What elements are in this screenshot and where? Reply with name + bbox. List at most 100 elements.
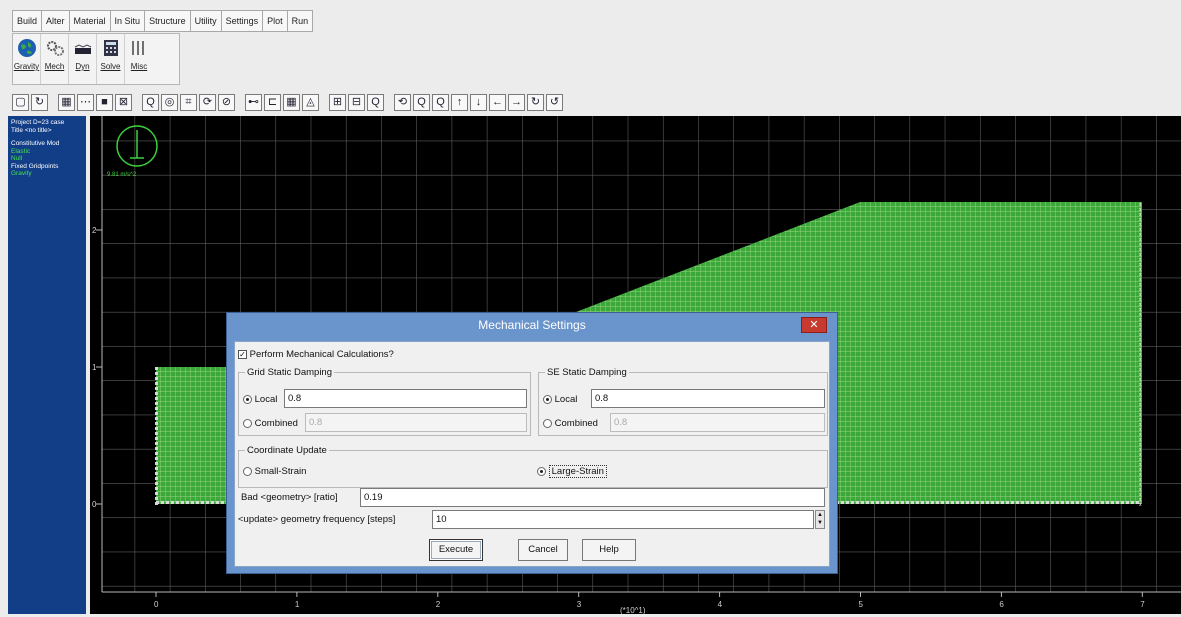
toolbar-icon-19-icon[interactable]: ⟲ (394, 93, 411, 111)
fixed-gridpoint-marker (841, 501, 844, 504)
toolbar-icon-3-icon[interactable]: ▦ (58, 93, 75, 111)
toolbar-icon-10-icon[interactable]: ⟳ (199, 93, 216, 111)
toolbar-icon-27-icon[interactable]: ↺ (546, 93, 563, 111)
toolbar-icon-15-icon[interactable]: ◬ (302, 93, 319, 111)
fixed-gridpoint-marker (211, 501, 214, 504)
toolbar-icon-21-icon[interactable]: Q (432, 93, 449, 111)
se-combined-input[interactable]: 0.8 (610, 413, 825, 432)
toolbar-icon-20-icon[interactable]: Q (413, 93, 430, 111)
menu-tab-material[interactable]: Material (70, 11, 111, 31)
fixed-gridpoint-marker (155, 437, 158, 440)
fixed-gridpoint-marker (206, 501, 209, 504)
fixed-gridpoint-marker (871, 501, 874, 504)
fixed-gridpoint-marker (981, 501, 984, 504)
fixed-gridpoint-marker (155, 397, 158, 400)
toolbar-icon-4-icon[interactable]: ⋯ (77, 93, 94, 111)
fixed-gridpoint-marker (1026, 501, 1029, 504)
toolbar-icon-12-icon[interactable]: ⊷ (245, 93, 262, 111)
update-frequency-stepper[interactable]: ▲ ▼ (815, 510, 825, 529)
close-button[interactable]: ✕ (801, 317, 827, 333)
bad-geometry-input[interactable]: 0.19 (360, 488, 825, 507)
menu-tab-structure[interactable]: Structure (145, 11, 191, 31)
spin-up-icon: ▲ (817, 512, 823, 518)
help-button[interactable]: Help (582, 539, 636, 561)
menu-tab-in-situ[interactable]: In Situ (111, 11, 146, 31)
y-tick-label: 2 (92, 226, 97, 235)
se-combined-radio[interactable]: Combined (543, 418, 598, 429)
fixed-gridpoint-marker (926, 501, 929, 504)
cancel-button[interactable]: Cancel (518, 539, 568, 561)
perform-calc-checkbox[interactable]: ✓ Perform Mechanical Calculations? (238, 349, 394, 360)
menu-bar: Build Alter Material In Situ Structure Utilit… (12, 10, 314, 32)
toolbar-icon-14-icon[interactable]: ▦ (283, 93, 300, 111)
fixed-gridpoint-marker (155, 492, 158, 495)
gears-icon (44, 37, 66, 59)
toolbar-icon-8-icon[interactable]: ◎ (161, 93, 178, 111)
update-frequency-input[interactable]: 10 (432, 510, 814, 529)
misc-button[interactable]: Misc (125, 34, 153, 84)
fixed-gridpoint-marker (155, 402, 158, 405)
fixed-gridpoint-marker (1116, 501, 1119, 504)
fixed-gridpoint-marker (1011, 501, 1014, 504)
null-label: Null (11, 155, 23, 162)
fixed-gridpoint-marker (155, 432, 158, 435)
menu-tab-build[interactable]: Build (13, 11, 43, 31)
grid-local-input[interactable]: 0.8 (284, 389, 527, 408)
toolbar-icon-9-icon[interactable]: ⌗ (180, 93, 197, 111)
grid-combined-radio[interactable]: Combined (243, 418, 298, 429)
execute-button[interactable]: Execute (429, 539, 483, 561)
fixed-gridpoint-marker (936, 501, 939, 504)
fixed-gridpoint-marker (1066, 501, 1069, 504)
fixed-gridpoint-marker (856, 501, 859, 504)
radio-selected-icon (537, 466, 546, 476)
fixed-gridpoint-marker (1136, 501, 1139, 504)
fixed-gridpoint-marker (1096, 501, 1099, 504)
menu-tab-plot[interactable]: Plot (263, 11, 288, 31)
toolbar-icon-5-icon[interactable]: ■ (96, 93, 113, 111)
fixed-gridpoint-marker (1061, 501, 1064, 504)
toolbar-icon-2-icon[interactable]: ↻ (31, 93, 48, 111)
mech-button[interactable]: Mech (41, 34, 69, 84)
grid-local-radio[interactable]: Local (243, 394, 277, 405)
toolbar-icon-22-icon[interactable]: ↑ (451, 93, 468, 111)
x-axis-label: (*10^1) (620, 606, 646, 614)
dyn-button[interactable]: Dyn (69, 34, 97, 84)
radio-unselected-icon (243, 418, 252, 428)
toolbar-icon-25-icon[interactable]: → (508, 93, 525, 111)
small-strain-radio[interactable]: Small-Strain (243, 466, 306, 477)
coordinate-update-group: Coordinate Update (238, 445, 828, 488)
toolbar-icon-26-icon[interactable]: ↻ (527, 93, 544, 111)
toolbar-icon-16-icon[interactable]: ⊞ (329, 93, 346, 111)
menu-tab-settings[interactable]: Settings (222, 11, 264, 31)
fixed-gridpoint-marker (155, 457, 158, 460)
toolbar-icon-23-icon[interactable]: ↓ (470, 93, 487, 111)
menu-tab-run[interactable]: Run (288, 11, 313, 31)
gravity-button[interactable]: Gravity (13, 34, 41, 84)
fixed-gridpoint-marker (161, 501, 164, 504)
fixed-gridpoint-marker (155, 487, 158, 490)
se-local-radio[interactable]: Local (543, 394, 577, 405)
fixed-gridpoint-marker (1111, 501, 1114, 504)
grid-combined-input[interactable]: 0.8 (305, 413, 527, 432)
menu-tab-utility[interactable]: Utility (191, 11, 222, 31)
fixed-gridpoint-marker (1076, 501, 1079, 504)
x-tick-label: 3 (577, 600, 582, 609)
toolbar-icon-18-icon[interactable]: Q (367, 93, 384, 111)
large-strain-radio[interactable]: Large-Strain (537, 465, 607, 478)
fixed-label: Fixed Gridpoints (11, 162, 59, 170)
toolbar-icon-13-icon[interactable]: ⊏ (264, 93, 281, 111)
globe-icon (16, 37, 38, 59)
toolbar-icon-11-icon[interactable]: ⊘ (218, 93, 235, 111)
toolbar-icon-7-icon[interactable]: Q (142, 93, 159, 111)
se-local-input[interactable]: 0.8 (591, 389, 825, 408)
toolbar-icon-24-icon[interactable]: ← (489, 93, 506, 111)
view-toolbar: ▢ ↻ ▦ ⋯ ■ ⊠ Q ◎ ⌗ ⟳ ⊘ ⊷ ⊏ ▦ ◬ ⊞ ⊟ Q ⟲ Q Q ↑ ↓ ← → ↻ ↺ (12, 91, 563, 113)
toolbar-icon-17-icon[interactable]: ⊟ (348, 93, 365, 111)
menu-tab-alter[interactable]: Alter (42, 11, 70, 31)
checkmark-icon: ✓ (238, 349, 247, 359)
solve-button[interactable]: Solve (97, 34, 125, 84)
toolbar-icon-1-icon[interactable]: ▢ (12, 93, 29, 111)
fixed-gridpoint-marker (1131, 501, 1134, 504)
fixed-gridpoint-marker (846, 501, 849, 504)
toolbar-icon-6-icon[interactable]: ⊠ (115, 93, 132, 111)
